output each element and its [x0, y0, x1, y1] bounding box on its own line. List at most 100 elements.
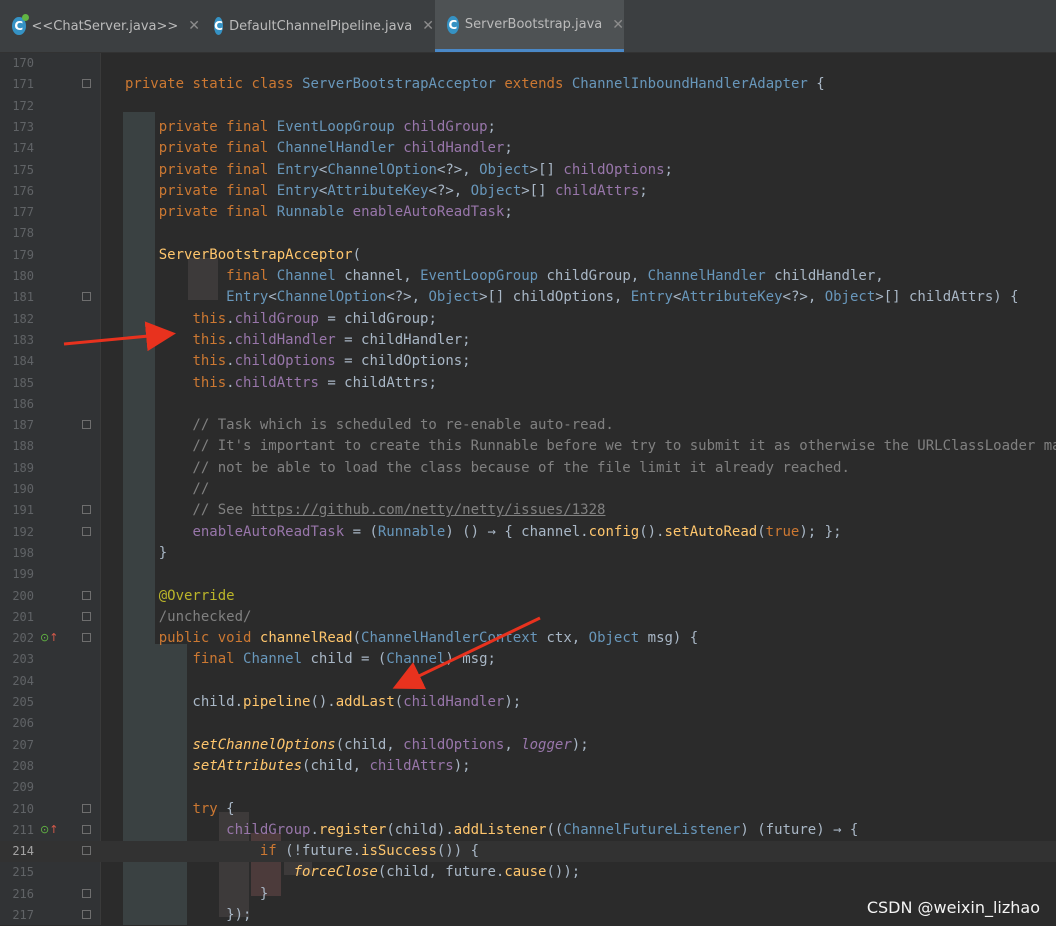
- line-number[interactable]: 216: [0, 884, 34, 905]
- override-marker-icon[interactable]: ⊙↑: [40, 823, 58, 836]
- code-line[interactable]: 202 ⊙↑ public void channelRead(ChannelHan…: [0, 628, 1056, 649]
- code-line[interactable]: 206: [0, 713, 1056, 734]
- code-text[interactable]: this.childAttrs = childAttrs;: [125, 373, 436, 394]
- line-number[interactable]: 184: [0, 351, 34, 372]
- line-number[interactable]: 179: [0, 245, 34, 266]
- code-line[interactable]: 179 ServerBootstrapAcceptor(: [0, 245, 1056, 266]
- code-text[interactable]: this.childGroup = childGroup;: [125, 309, 436, 330]
- code-text[interactable]: // not be able to load the class because…: [125, 458, 849, 479]
- code-line[interactable]: 205 child.pipeline().addLast(childHandle…: [0, 692, 1056, 713]
- code-text[interactable]: private final Runnable enableAutoReadTas…: [125, 202, 513, 223]
- line-number[interactable]: 183: [0, 330, 34, 351]
- code-text[interactable]: childGroup.register(child).addListener((…: [125, 820, 858, 841]
- line-number[interactable]: 192: [0, 522, 34, 543]
- code-line[interactable]: 191 // See https://github.com/netty/nett…: [0, 500, 1056, 521]
- fold-marker-icon[interactable]: [82, 910, 91, 919]
- line-number[interactable]: 188: [0, 436, 34, 457]
- code-line[interactable]: 180 final Channel channel, EventLoopGrou…: [0, 266, 1056, 287]
- code-text[interactable]: // It's important to create this Runnabl…: [125, 436, 1056, 457]
- code-editor[interactable]: 170 171 private static class ServerBootstr…: [0, 53, 1056, 925]
- code-line[interactable]: 215 forceClose(child, future.cause());: [0, 862, 1056, 883]
- code-line[interactable]: 204: [0, 671, 1056, 692]
- line-number[interactable]: 199: [0, 564, 34, 585]
- fold-marker-icon[interactable]: [82, 526, 91, 536]
- close-icon[interactable]: ✕: [188, 18, 200, 34]
- code-line[interactable]: 178: [0, 223, 1056, 244]
- line-number[interactable]: 202: [0, 628, 34, 649]
- code-text[interactable]: }: [125, 543, 167, 564]
- code-line[interactable]: 187 // Task which is scheduled to re-ena…: [0, 415, 1056, 436]
- code-line[interactable]: 174 private final ChannelHandler childHa…: [0, 138, 1056, 159]
- code-text[interactable]: private static class ServerBootstrapAcce…: [125, 74, 825, 95]
- fold-marker-icon[interactable]: [82, 633, 91, 643]
- line-number[interactable]: 187: [0, 415, 34, 436]
- fold-marker-icon[interactable]: [82, 611, 91, 621]
- line-number[interactable]: 178: [0, 223, 34, 244]
- code-text[interactable]: private final EventLoopGroup childGroup;: [125, 117, 496, 138]
- code-line[interactable]: 211 ⊙↑ childGroup.register(child).addList…: [0, 820, 1056, 841]
- line-number[interactable]: 215: [0, 862, 34, 883]
- line-number[interactable]: 180: [0, 266, 34, 287]
- code-line[interactable]: 209: [0, 777, 1056, 798]
- code-text[interactable]: enableAutoReadTask = (Runnable) () → { c…: [125, 522, 841, 543]
- code-text[interactable]: ServerBootstrapAcceptor(: [125, 245, 361, 266]
- line-number[interactable]: 181: [0, 287, 34, 308]
- code-text[interactable]: setChannelOptions(child, childOptions, l…: [125, 735, 588, 756]
- code-text[interactable]: //: [125, 479, 209, 500]
- line-number[interactable]: 190: [0, 479, 34, 500]
- line-number[interactable]: 217: [0, 905, 34, 926]
- line-number[interactable]: 173: [0, 117, 34, 138]
- code-line[interactable]: 172: [0, 96, 1056, 117]
- code-text[interactable]: this.childHandler = childHandler;: [125, 330, 470, 351]
- code-line[interactable]: 175 private final Entry<ChannelOption<?>…: [0, 160, 1056, 181]
- code-text[interactable]: private final Entry<ChannelOption<?>, Ob…: [125, 160, 673, 181]
- code-text[interactable]: final Channel child = (Channel) msg;: [125, 649, 496, 670]
- line-number[interactable]: 208: [0, 756, 34, 777]
- code-line[interactable]: 214 if (!future.isSuccess()) {: [0, 841, 1056, 863]
- line-number[interactable]: 200: [0, 586, 34, 607]
- code-line[interactable]: 181 Entry<ChannelOption<?>, Object>[] ch…: [0, 287, 1056, 308]
- code-line[interactable]: 207 setChannelOptions(child, childOption…: [0, 735, 1056, 756]
- close-icon[interactable]: ✕: [422, 18, 434, 34]
- line-number[interactable]: 209: [0, 777, 34, 798]
- fold-marker-icon[interactable]: [82, 420, 91, 430]
- code-line[interactable]: 177 private final Runnable enableAutoRea…: [0, 202, 1056, 223]
- line-number[interactable]: 189: [0, 458, 34, 479]
- line-number[interactable]: 204: [0, 671, 34, 692]
- code-text[interactable]: try {: [125, 799, 234, 820]
- line-number[interactable]: 177: [0, 202, 34, 223]
- line-number[interactable]: 203: [0, 649, 34, 670]
- code-line[interactable]: 190 //: [0, 479, 1056, 500]
- code-line[interactable]: 171 private static class ServerBootstrapA…: [0, 74, 1056, 95]
- fold-marker-icon[interactable]: [82, 803, 91, 813]
- line-number[interactable]: 175: [0, 160, 34, 181]
- line-number[interactable]: 182: [0, 309, 34, 330]
- code-text[interactable]: // See https://github.com/netty/netty/is…: [125, 500, 605, 521]
- code-line[interactable]: 203 final Channel child = (Channel) msg;: [0, 649, 1056, 670]
- code-text[interactable]: });: [125, 905, 251, 926]
- line-number[interactable]: 185: [0, 373, 34, 394]
- code-text[interactable]: private final ChannelHandler childHandle…: [125, 138, 513, 159]
- line-number[interactable]: 174: [0, 138, 34, 159]
- code-text[interactable]: private final Entry<AttributeKey<?>, Obj…: [125, 181, 648, 202]
- line-number[interactable]: 198: [0, 543, 34, 564]
- line-number[interactable]: 211: [0, 820, 34, 841]
- code-line[interactable]: 201 /unchecked/: [0, 607, 1056, 628]
- code-line[interactable]: 170: [0, 53, 1056, 74]
- line-number[interactable]: 171: [0, 74, 34, 95]
- code-line[interactable]: 173 private final EventLoopGroup childGr…: [0, 117, 1056, 138]
- line-number[interactable]: 201: [0, 607, 34, 628]
- code-line[interactable]: 182 this.childGroup = childGroup;: [0, 309, 1056, 330]
- code-line[interactable]: 188 // It's important to create this Run…: [0, 436, 1056, 457]
- line-number[interactable]: 176: [0, 181, 34, 202]
- code-text[interactable]: setAttributes(child, childAttrs);: [125, 756, 470, 777]
- code-text[interactable]: public void channelRead(ChannelHandlerCo…: [125, 628, 699, 649]
- close-icon[interactable]: ✕: [612, 17, 624, 33]
- code-text[interactable]: // Task which is scheduled to re-enable …: [125, 415, 613, 436]
- fold-marker-icon[interactable]: [82, 79, 91, 89]
- code-line[interactable]: 189 // not be able to load the class bec…: [0, 458, 1056, 479]
- tab-chatserver[interactable]: C <<ChatServer.java>> ✕: [0, 0, 200, 52]
- code-text[interactable]: Entry<ChannelOption<?>, Object>[] childO…: [125, 287, 1018, 308]
- line-number[interactable]: 214: [0, 841, 34, 862]
- code-line[interactable]: 199: [0, 564, 1056, 585]
